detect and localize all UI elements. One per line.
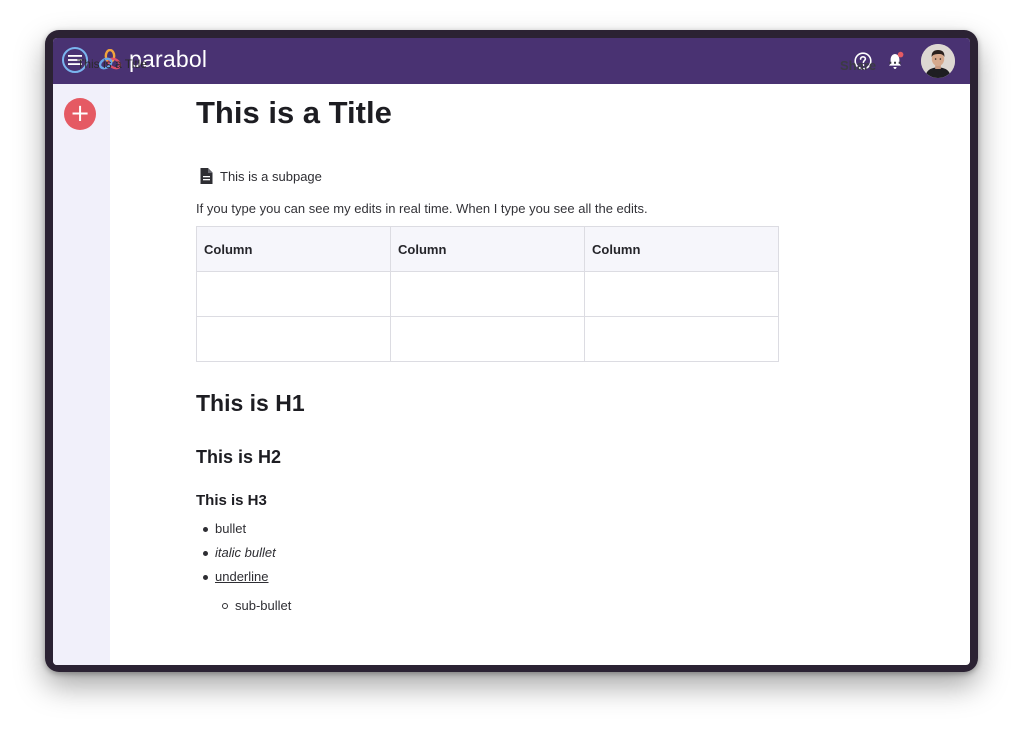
bullet-dot-icon <box>203 575 208 580</box>
share-button[interactable]: Share <box>840 58 876 73</box>
list-item[interactable]: bullet <box>196 520 276 544</box>
table-header-cell[interactable]: Column <box>390 226 585 272</box>
content-table[interactable]: Column Column Column <box>196 226 779 362</box>
hollow-bullet-icon <box>222 603 228 609</box>
sub-list-item-text[interactable]: sub-bullet <box>235 598 291 613</box>
page-title[interactable]: This is a Title <box>196 95 392 131</box>
table-header-cell[interactable]: Column <box>584 226 779 272</box>
bullet-list: bullet italic bullet underline <box>196 520 276 592</box>
bullet-dot-icon <box>203 527 208 532</box>
table-header-cell[interactable]: Column <box>196 226 391 272</box>
table-cell[interactable] <box>584 316 779 362</box>
list-item[interactable]: underline <box>196 568 276 592</box>
heading-h2[interactable]: This is H2 <box>196 447 281 468</box>
list-item-text[interactable]: italic bullet <box>215 545 276 560</box>
list-item-text[interactable]: bullet <box>215 521 246 536</box>
breadcrumb[interactable]: This is a Title <box>77 57 147 71</box>
table-row <box>196 271 779 317</box>
bullet-dot-icon <box>203 551 208 556</box>
list-item[interactable]: italic bullet <box>196 544 276 568</box>
list-item-text[interactable]: underline <box>215 569 269 584</box>
more-options-icon[interactable]: ⋯ <box>888 54 902 71</box>
heading-h3[interactable]: This is H3 <box>196 492 267 509</box>
paragraph-text[interactable]: If you type you can see my edits in real… <box>196 201 648 216</box>
left-sidebar: + <box>53 84 110 665</box>
table-cell[interactable] <box>196 316 391 362</box>
table-cell[interactable] <box>196 271 391 317</box>
table-row <box>196 316 779 362</box>
subpage-link[interactable]: This is a subpage <box>200 168 322 184</box>
sub-list-item[interactable]: sub-bullet <box>215 598 291 613</box>
user-avatar[interactable] <box>921 44 955 78</box>
table-cell[interactable] <box>584 271 779 317</box>
table-cell[interactable] <box>390 316 585 362</box>
heading-h1[interactable]: This is H1 <box>196 390 305 417</box>
add-button[interactable]: + <box>64 98 96 130</box>
document-icon <box>200 168 213 184</box>
top-bar: parabol <box>53 38 970 84</box>
table-header-row: Column Column Column <box>196 226 779 272</box>
table-cell[interactable] <box>390 271 585 317</box>
subpage-label[interactable]: This is a subpage <box>220 169 322 184</box>
